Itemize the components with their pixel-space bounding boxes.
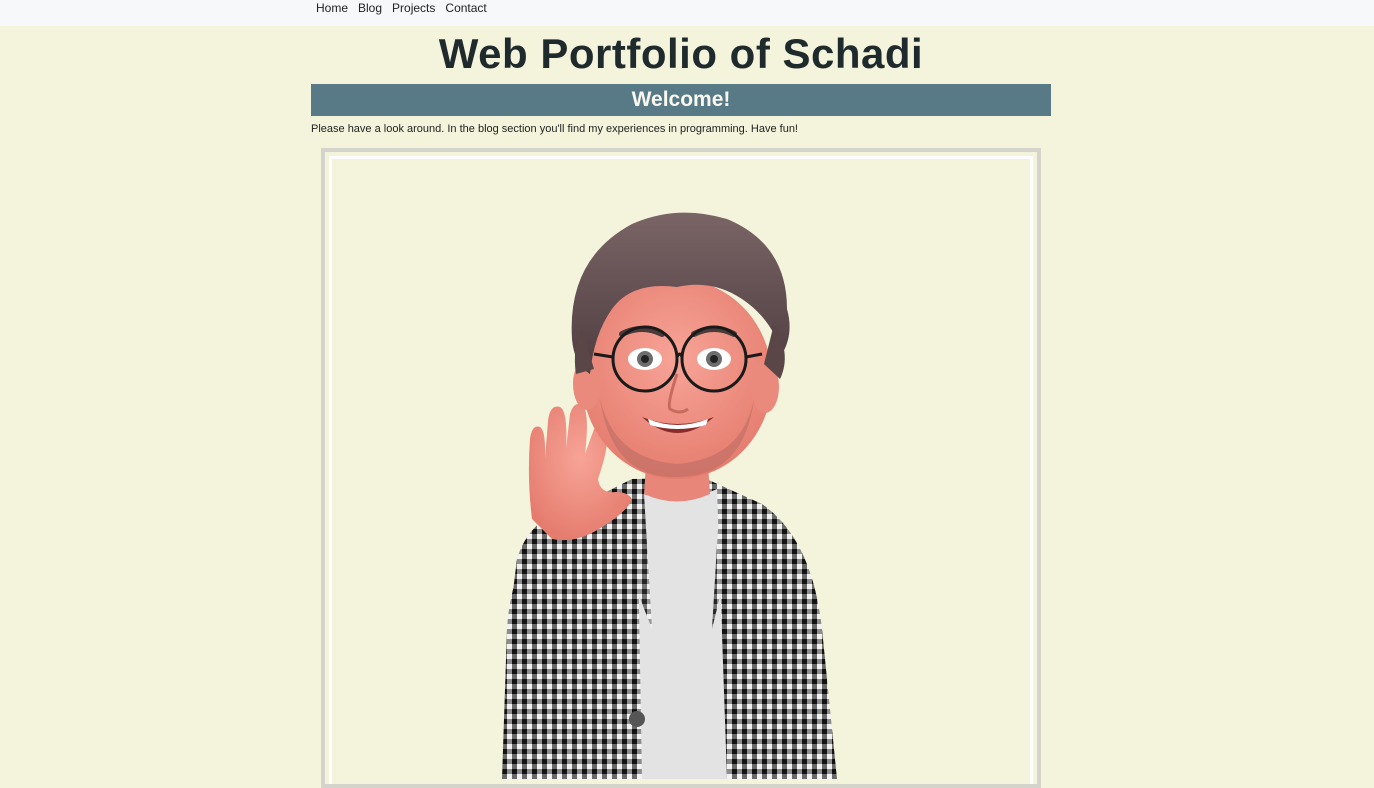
nav-links: Home Blog Projects Contact <box>316 0 497 17</box>
waving-avatar-icon <box>502 212 837 779</box>
nav-link-home[interactable]: Home <box>316 0 348 17</box>
nav-link-projects[interactable]: Projects <box>392 0 435 17</box>
page-title: Web Portfolio of Schadi <box>438 30 924 77</box>
nav-link-contact[interactable]: Contact <box>445 0 486 17</box>
top-navigation: Home Blog Projects Contact <box>0 0 1374 26</box>
avatar-image-container <box>329 156 1033 784</box>
nav-link-blog[interactable]: Blog <box>358 0 382 17</box>
avatar-image-frame <box>321 148 1041 788</box>
welcome-text: Please have a look around. In the blog s… <box>311 123 798 135</box>
welcome-heading: Welcome! <box>311 84 1051 116</box>
